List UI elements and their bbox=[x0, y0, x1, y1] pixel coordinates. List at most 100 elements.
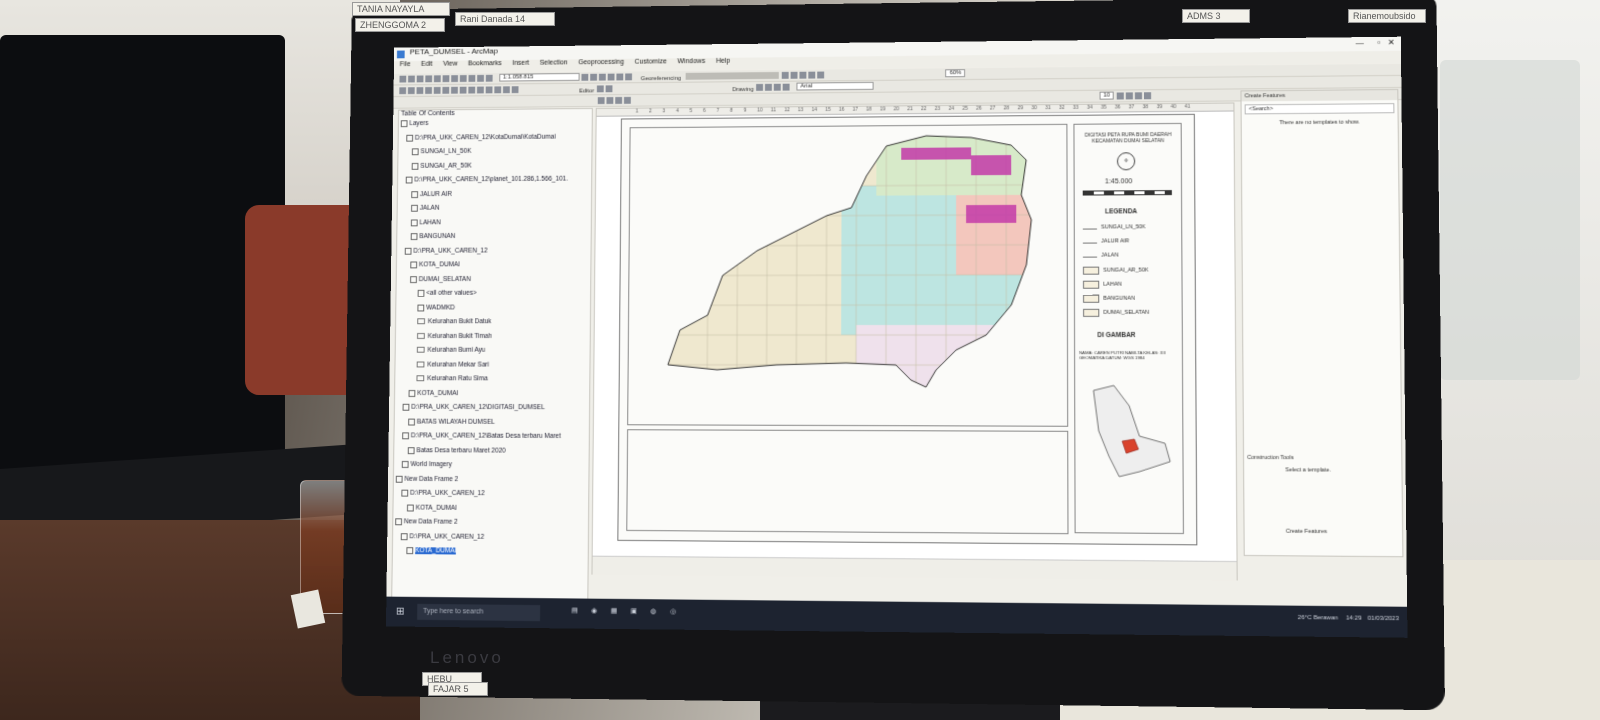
toc-layer-item[interactable]: New Data Frame 2 bbox=[395, 475, 458, 483]
select-pointer-icon[interactable] bbox=[756, 83, 764, 91]
maximize-icon[interactable]: ▫ bbox=[1377, 38, 1380, 47]
store-icon[interactable]: ▣ bbox=[631, 607, 638, 615]
toc-layer-item[interactable]: Batas Desa terbaru Maret 2020 bbox=[407, 446, 506, 454]
toc-layer-item[interactable]: BANGUNAN bbox=[410, 233, 456, 241]
font-size-select[interactable]: 10 bbox=[1099, 91, 1115, 100]
toc-layer-item[interactable]: D:\PRA_UKK_CAREN_12 bbox=[401, 489, 485, 497]
clock-time[interactable]: 14:29 bbox=[1346, 615, 1362, 621]
create-features-tab[interactable]: Create Features bbox=[1286, 529, 1327, 535]
menu-bookmarks[interactable]: Bookmarks bbox=[468, 60, 502, 67]
close-icon[interactable]: ✕ bbox=[1388, 38, 1395, 47]
layer-checkbox[interactable] bbox=[402, 403, 410, 411]
layer-checkbox[interactable] bbox=[407, 446, 415, 454]
python-icon[interactable] bbox=[625, 73, 633, 81]
weather-text[interactable]: 26°C Berawan bbox=[1298, 615, 1338, 622]
edit-tool-icon[interactable] bbox=[596, 85, 604, 93]
layer-checkbox[interactable] bbox=[411, 190, 419, 198]
edge-icon[interactable]: ◉ bbox=[591, 607, 597, 615]
layer-checkbox[interactable] bbox=[410, 218, 418, 226]
layer-checkbox[interactable] bbox=[410, 261, 418, 269]
menu-file[interactable]: File bbox=[400, 61, 411, 68]
italic-icon[interactable] bbox=[1125, 92, 1133, 100]
drawing-menu[interactable]: Drawing bbox=[732, 87, 754, 93]
menu-selection[interactable]: Selection bbox=[540, 59, 568, 66]
toc-layer-item[interactable]: <all other values> bbox=[417, 289, 477, 297]
layer-checkbox[interactable] bbox=[395, 475, 403, 483]
layout-view[interactable]: 1 2 3 4 5 6 7 8 9 10 11 12 13 14 15 16 17 18 19 20 21 22 23 24 2… bbox=[591, 102, 1238, 581]
fixed-zoom-out-icon[interactable] bbox=[442, 86, 450, 94]
layer-checkbox[interactable] bbox=[408, 418, 415, 426]
rotate-icon[interactable] bbox=[765, 83, 773, 91]
toc-layer-item[interactable]: KOTA_DUMAI bbox=[408, 389, 459, 397]
delete-icon[interactable] bbox=[459, 75, 467, 82]
taskbar-search[interactable]: Type here to search bbox=[417, 603, 541, 622]
editor-menu[interactable]: Editor bbox=[579, 88, 594, 94]
zoom-out-icon[interactable] bbox=[407, 87, 415, 95]
toc-layer-item[interactable]: D:\PRA_UKK_CAREN_12\KotaDumai\KotaDumai bbox=[406, 133, 556, 142]
rectangle-icon[interactable] bbox=[774, 83, 782, 91]
layer-checkbox[interactable] bbox=[406, 134, 414, 142]
map-data-frame[interactable] bbox=[627, 123, 1069, 427]
toc-layer-item[interactable]: Layers bbox=[400, 120, 429, 128]
toc-layer-item[interactable]: DUMAI_SELATAN bbox=[410, 275, 471, 283]
minimize-icon[interactable]: — bbox=[1356, 38, 1364, 47]
layer-checkbox[interactable] bbox=[402, 432, 410, 440]
toc-layer-item[interactable]: KOTA_DUMAI bbox=[406, 547, 457, 555]
toc-layer-item[interactable]: KOTA_DUMAI bbox=[410, 261, 460, 269]
scale-select[interactable]: 1:1.058.815 bbox=[498, 72, 580, 82]
font-color-icon[interactable] bbox=[1144, 92, 1152, 100]
windows-start-icon[interactable]: ⊞ bbox=[396, 605, 405, 618]
toc-layer-item[interactable]: JALAN bbox=[411, 204, 440, 212]
toc-layer-item[interactable]: SUNGAI_AR_50K bbox=[411, 162, 472, 170]
georef-tool-icon[interactable] bbox=[790, 71, 798, 79]
toc-layer-item[interactable]: Kelurahan Bukit Timah bbox=[417, 333, 492, 339]
save-icon[interactable] bbox=[416, 75, 424, 83]
measure-icon[interactable] bbox=[511, 86, 519, 94]
forward-icon[interactable] bbox=[459, 86, 467, 94]
fixed-zoom-in-icon[interactable] bbox=[433, 86, 441, 94]
toc-layer-item[interactable]: LAHAN bbox=[410, 218, 441, 226]
select-elements-icon[interactable] bbox=[485, 86, 493, 94]
layer-checkbox[interactable] bbox=[417, 304, 425, 311]
copy-icon[interactable] bbox=[442, 75, 450, 83]
toc-icon[interactable] bbox=[590, 73, 598, 81]
print-icon[interactable] bbox=[425, 75, 433, 83]
georef-tool-icon[interactable] bbox=[816, 71, 824, 79]
layer-checkbox[interactable] bbox=[400, 532, 408, 540]
editor-toolbar-icon[interactable] bbox=[581, 73, 589, 81]
menu-help[interactable]: Help bbox=[716, 58, 730, 65]
georef-tool-icon[interactable] bbox=[799, 71, 807, 79]
layout-zoom-out-icon[interactable] bbox=[606, 97, 614, 104]
select-features-icon[interactable] bbox=[468, 86, 476, 94]
paste-icon[interactable] bbox=[451, 75, 459, 83]
layer-checkbox[interactable] bbox=[417, 289, 425, 297]
layer-checkbox[interactable] bbox=[400, 120, 408, 128]
toc-layer-item[interactable]: JALUR AIR bbox=[411, 190, 452, 198]
catalog-icon[interactable] bbox=[599, 73, 607, 81]
layer-checkbox[interactable] bbox=[410, 275, 417, 283]
task-view-icon[interactable]: ▤ bbox=[571, 606, 578, 614]
menu-windows[interactable]: Windows bbox=[677, 58, 705, 65]
identify-icon[interactable] bbox=[494, 86, 502, 94]
clock-date[interactable]: 01/03/2023 bbox=[1368, 616, 1399, 623]
layer-checkbox[interactable] bbox=[410, 233, 418, 241]
toc-layer-item[interactable]: Kelurahan Mekar Sari bbox=[416, 361, 489, 368]
chrome-icon[interactable]: ◎ bbox=[670, 607, 676, 615]
back-icon[interactable] bbox=[451, 86, 458, 94]
sketch-tool-icon[interactable] bbox=[605, 85, 613, 93]
layer-checkbox[interactable] bbox=[401, 489, 409, 497]
menu-view[interactable]: View bbox=[443, 61, 458, 68]
font-select[interactable]: Arial bbox=[796, 81, 874, 91]
underline-icon[interactable] bbox=[1134, 92, 1143, 100]
template-search-input[interactable]: <Search> bbox=[1244, 103, 1395, 115]
find-icon[interactable] bbox=[503, 86, 510, 94]
layer-checkbox[interactable] bbox=[404, 247, 412, 255]
zoom-whole-page-icon[interactable] bbox=[623, 96, 631, 104]
layer-checkbox[interactable] bbox=[406, 504, 414, 512]
layer-checkbox[interactable] bbox=[411, 162, 419, 170]
layer-checkbox[interactable] bbox=[406, 547, 414, 555]
arctoolbox-icon[interactable] bbox=[616, 73, 624, 81]
clear-selection-icon[interactable] bbox=[477, 86, 484, 94]
menu-insert[interactable]: Insert bbox=[512, 60, 529, 67]
open-icon[interactable] bbox=[408, 75, 415, 83]
